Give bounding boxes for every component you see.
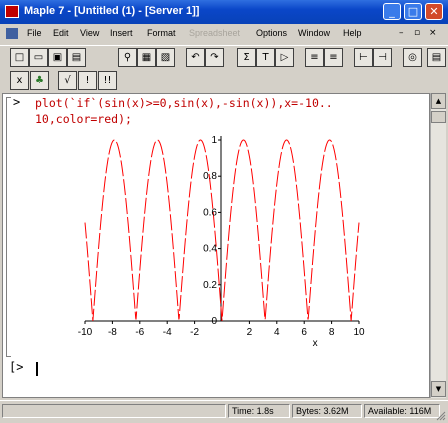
menu-options[interactable]: Options [256,28,287,38]
paste-icon[interactable]: ▧ [156,48,175,67]
menu-spreadsheet[interactable]: Spreadsheet [189,28,240,38]
close-button[interactable]: ✕ [425,3,443,20]
x-tick-label: -10 [78,327,93,338]
plot-output[interactable]: -10 -8 -6 -4 -2 2 4 6 8 10 1 0.8 0.6 0.4 0.2 0 x [3,132,429,367]
y-tick-label: 0.6 [203,207,217,218]
insert-prompt-icon[interactable]: ▷ [275,48,294,67]
resize-grip-icon[interactable] [436,411,446,421]
doc-close-button[interactable]: × [429,28,437,38]
print-icon[interactable]: ▤ [67,48,86,67]
new-input-prompt: [> [9,360,24,374]
sqrt-icon[interactable]: √ [58,71,77,90]
collapse-section-icon[interactable]: ≡ [305,48,324,67]
series-line [84,139,360,322]
status-bar: Time: 1.8s Bytes: 3.62M Available: 116M [0,400,448,423]
worksheet[interactable]: > plot(`if`(sin(x)>=0,sin(x),-sin(x)),x=… [2,93,430,398]
vertical-scrollbar[interactable]: ▲ ▼ [430,93,446,398]
x-tick-label: -2 [190,327,199,338]
new-file-icon[interactable]: □ [10,48,29,67]
expand-section-icon[interactable]: ≡ [324,48,343,67]
status-time: Time: 1.8s [228,404,290,418]
undo-icon[interactable]: ↶ [186,48,205,67]
open-file-icon[interactable]: ▭ [29,48,48,67]
stop-icon[interactable]: ◎ [403,48,422,67]
text-input-icon[interactable]: T [256,48,275,67]
restart-icon[interactable]: ▤ [427,48,446,67]
input-prompt: > [13,95,21,109]
outdent-icon[interactable]: ⊣ [373,48,392,67]
doc-restore-button[interactable]: ▫ [414,28,420,38]
text-cursor [36,362,38,376]
x-tick-label: 4 [274,327,280,338]
menu-edit[interactable]: Edit [53,28,69,38]
y-tick-label: 0 [211,316,217,327]
document-icon[interactable] [6,28,18,39]
command-line-2[interactable]: 10,color=red); [35,112,132,126]
x-tick-label: -6 [135,327,144,338]
scroll-down-button[interactable]: ▼ [431,381,446,397]
doc-minimize-button[interactable]: – [399,28,404,38]
math-input-icon[interactable]: Σ [237,48,256,67]
menu-window[interactable]: Window [298,28,330,38]
window-title: Maple 7 - [Untitled (1) - [Server 1]] [24,5,200,17]
scroll-thumb[interactable] [431,111,446,123]
plot-axes [84,136,360,324]
menu-insert[interactable]: Insert [110,28,133,38]
title-bar: Maple 7 - [Untitled (1) - [Server 1]] _ … [0,0,448,24]
maximize-button[interactable]: □ [404,3,422,20]
status-available: Available: 116M [364,404,440,418]
maple-app-icon[interactable] [5,5,19,18]
command-line-1[interactable]: plot(`if`(sin(x)>=0,sin(x),-sin(x)),x=-1… [35,96,333,110]
scroll-up-button[interactable]: ▲ [431,93,446,109]
save-icon[interactable]: ▣ [48,48,67,67]
maple-leaf-icon[interactable]: ♣ [30,71,49,90]
menu-bar: File Edit View Insert Format Spreadsheet… [0,24,448,44]
y-tick-label: 1 [211,135,217,146]
minimize-button[interactable]: _ [383,3,401,20]
menu-view[interactable]: View [80,28,99,38]
context-toolbar: x ♣ √ ! !! [0,70,448,92]
y-tick-label: 0.8 [203,171,217,182]
indent-icon[interactable]: ⊢ [354,48,373,67]
menu-help[interactable]: Help [343,28,362,38]
x-tick-label: 2 [247,327,253,338]
cut-icon[interactable]: ⚲ [118,48,137,67]
status-bytes: Bytes: 3.62M [292,404,362,418]
x-tick-label: 6 [301,327,307,338]
main-toolbar: □ ▭ ▣ ▤ ⚲ ▦ ▧ ↶ ↷ Σ T ▷ ≡ ≡ ⊢ ⊣ ◎ ▤ [0,45,448,70]
status-message [2,404,226,418]
menu-file[interactable]: File [27,28,42,38]
y-tick-label: 0.4 [203,244,217,255]
x-axis-label: x [313,338,318,349]
variable-icon[interactable]: x [10,71,29,90]
execute-all-icon[interactable]: !! [98,71,117,90]
plot-curve [84,139,360,322]
y-tick-label: 0.2 [203,280,217,291]
menu-format[interactable]: Format [147,28,176,38]
x-tick-label: 10 [353,327,365,338]
execute-icon[interactable]: ! [78,71,97,90]
x-tick-label: 8 [329,327,335,338]
x-tick-label: -8 [108,327,117,338]
redo-icon[interactable]: ↷ [205,48,224,67]
x-tick-label: -4 [163,327,172,338]
copy-icon[interactable]: ▦ [137,48,156,67]
